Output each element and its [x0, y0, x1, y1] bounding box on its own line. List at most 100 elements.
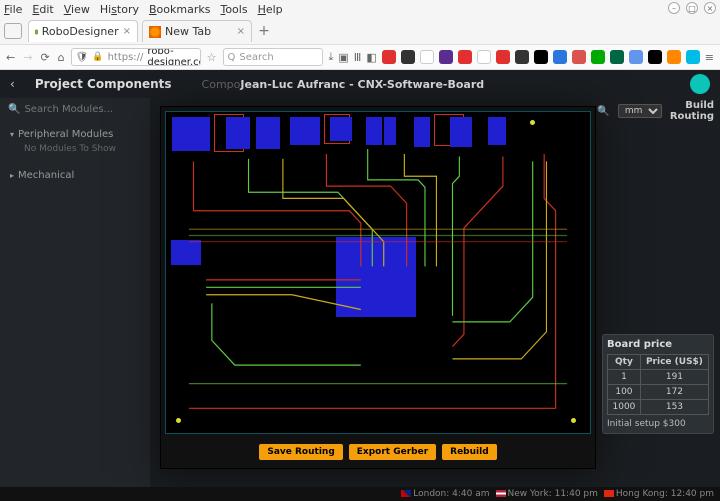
- extension-icon[interactable]: [458, 50, 472, 64]
- pcb-preview-modal: Save Routing Export Gerber Rebuild: [160, 106, 596, 469]
- zoom-icon[interactable]: 🔍: [597, 106, 609, 117]
- nav-back-icon[interactable]: ←: [6, 51, 15, 64]
- export-gerber-button[interactable]: Export Gerber: [349, 444, 436, 460]
- search-icon: 🔍: [8, 104, 20, 115]
- menu-view[interactable]: View: [64, 3, 90, 16]
- extension-icon[interactable]: [572, 50, 586, 64]
- extension-icon[interactable]: [667, 50, 681, 64]
- tab-robodesigner[interactable]: RoboDesigner ×: [28, 20, 138, 42]
- extension-icon[interactable]: [648, 50, 662, 64]
- extension-icon[interactable]: [515, 50, 529, 64]
- save-page-icon[interactable]: ▣: [338, 51, 348, 64]
- col-qty: Qty: [608, 355, 641, 370]
- search-placeholder: Search: [239, 52, 273, 63]
- app-root: ‹ Project Components CompoJean-Luc Aufra…: [0, 70, 720, 501]
- extension-icon[interactable]: [629, 50, 643, 64]
- sidebar-group-mechanical[interactable]: ▸ Mechanical: [10, 170, 140, 181]
- build-routing-l1: Build: [670, 100, 714, 111]
- build-routing-button[interactable]: Build Routing: [670, 100, 714, 122]
- empty-modules-message: No Modules To Show: [10, 140, 140, 154]
- build-routing-l2: Routing: [670, 111, 714, 122]
- window-minimize[interactable]: –: [668, 2, 680, 14]
- table-row: 1000153: [608, 400, 709, 415]
- extension-icon[interactable]: [610, 50, 624, 64]
- tab-label-0: RoboDesigner: [42, 25, 119, 38]
- flag-hk-icon: [604, 490, 614, 497]
- toolbar-actions: ⤓ ▣ Ⅲ ◧ ≡: [329, 50, 715, 64]
- app-menu-icon[interactable]: ≡: [705, 51, 714, 64]
- url-scheme: https://: [108, 52, 144, 63]
- table-row: 100172: [608, 385, 709, 400]
- close-icon[interactable]: ×: [123, 26, 131, 37]
- download-icon[interactable]: ⤓: [329, 50, 334, 64]
- menu-edit[interactable]: Edit: [32, 3, 53, 16]
- board-price-card: Board price QtyPrice (US$) 1191 100172 1…: [602, 334, 714, 434]
- window-maximize[interactable]: □: [686, 2, 698, 14]
- canvas-toolbar: 🔍 mm Build Routing: [597, 100, 714, 122]
- clock-london: London: 4:40 am: [401, 489, 489, 499]
- search-modules-input[interactable]: [24, 104, 142, 115]
- window-close[interactable]: ×: [704, 2, 716, 14]
- library-icon[interactable]: Ⅲ: [354, 51, 362, 64]
- reader-mode-icon[interactable]: ☆: [207, 51, 217, 64]
- menu-bookmarks[interactable]: Bookmarks: [149, 3, 210, 16]
- url-input[interactable]: 🛡 🔒 https://robo-designer.com: [71, 48, 201, 66]
- back-button[interactable]: ‹: [10, 77, 15, 91]
- search-engine-icon: Q: [228, 52, 236, 63]
- pcb-canvas[interactable]: [165, 111, 591, 434]
- price-table: QtyPrice (US$) 1191 100172 1000153: [607, 354, 709, 415]
- app-header: ‹ Project Components CompoJean-Luc Aufra…: [0, 70, 720, 98]
- sidebars-icon[interactable]: ◧: [366, 51, 376, 64]
- chevron-down-icon: ▾: [10, 130, 14, 139]
- clock-hongkong: Hong Kong: 12:40 pm: [604, 489, 714, 499]
- menu-history[interactable]: History: [100, 3, 139, 16]
- group-label: Mechanical: [18, 170, 74, 181]
- pcb-modal-buttons: Save Routing Export Gerber Rebuild: [161, 438, 595, 468]
- extension-icon[interactable]: [477, 50, 491, 64]
- sidebar: 🔍 ▾ Peripheral Modules No Modules To Sho…: [0, 98, 150, 501]
- breadcrumb: CompoJean-Luc Aufranc - CNX-Software-Boa…: [202, 78, 485, 91]
- avatar[interactable]: [690, 74, 710, 94]
- extension-icon[interactable]: [420, 50, 434, 64]
- favicon-firefox: [149, 26, 161, 38]
- shield-icon: 🛡: [76, 52, 89, 63]
- browser-tabstrip: RoboDesigner × New Tab × +: [0, 18, 720, 44]
- extension-icon[interactable]: [496, 50, 510, 64]
- search-input[interactable]: Q Search: [223, 48, 323, 66]
- menu-help[interactable]: Help: [258, 3, 283, 16]
- project-name: Jean-Luc Aufranc - CNX-Software-Board: [240, 78, 484, 91]
- browser-urlbar-row: ← → ⟳ ⌂ 🛡 🔒 https://robo-designer.com ☆ …: [0, 44, 720, 70]
- tab-newtab[interactable]: New Tab ×: [142, 20, 252, 42]
- table-row: 1191: [608, 370, 709, 385]
- extension-icon[interactable]: [534, 50, 548, 64]
- url-domain: robo-designer.com: [147, 48, 200, 66]
- sidebar-group-peripheral[interactable]: ▾ Peripheral Modules: [10, 129, 140, 140]
- extension-icon[interactable]: [382, 50, 396, 64]
- rebuild-button[interactable]: Rebuild: [442, 444, 497, 460]
- save-routing-button[interactable]: Save Routing: [259, 444, 342, 460]
- menu-tools[interactable]: Tools: [220, 3, 247, 16]
- nav-home-icon[interactable]: ⌂: [58, 51, 65, 64]
- favicon-robodesigner: [35, 26, 38, 38]
- tab-label-1: New Tab: [165, 25, 211, 38]
- search-modules[interactable]: 🔍: [0, 98, 150, 121]
- nav-forward-icon: →: [23, 51, 32, 64]
- breadcrumb-prefix: Compo: [202, 78, 241, 91]
- group-label: Peripheral Modules: [18, 129, 113, 140]
- close-icon[interactable]: ×: [237, 26, 245, 37]
- flag-us-icon: [496, 490, 506, 497]
- extension-icon[interactable]: [439, 50, 453, 64]
- app-menubar: File Edit View History Bookmarks Tools H…: [0, 0, 720, 18]
- nav-reload-icon[interactable]: ⟳: [40, 51, 49, 64]
- status-bar: London: 4:40 am New York: 11:40 pm Hong …: [0, 487, 720, 501]
- extension-icon[interactable]: [591, 50, 605, 64]
- flag-uk-icon: [401, 490, 411, 497]
- new-tab-button[interactable]: +: [256, 23, 272, 39]
- extension-icon[interactable]: [553, 50, 567, 64]
- unit-select[interactable]: mm: [618, 104, 662, 118]
- page-title: Project Components: [35, 77, 172, 91]
- extension-icon[interactable]: [686, 50, 700, 64]
- menu-file[interactable]: File: [4, 3, 22, 16]
- private-browse-icon[interactable]: [4, 23, 22, 39]
- extension-icon[interactable]: [401, 50, 415, 64]
